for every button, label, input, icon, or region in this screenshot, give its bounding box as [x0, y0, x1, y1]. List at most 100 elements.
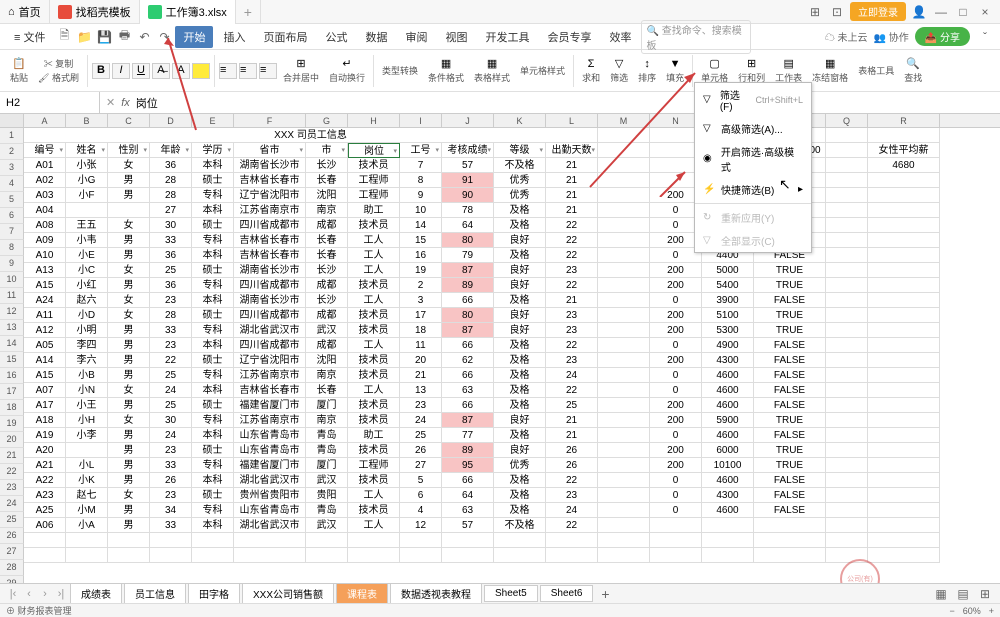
qat-print[interactable]: 🖶 [115, 28, 133, 46]
data-cell[interactable]: A20 [24, 443, 66, 458]
row-header[interactable]: 2 [0, 144, 24, 160]
data-cell[interactable] [868, 413, 940, 428]
data-cell[interactable]: 及格 [494, 293, 546, 308]
data-cell[interactable]: 90 [442, 188, 494, 203]
close-button[interactable]: × [976, 3, 994, 21]
data-cell[interactable]: 23 [400, 398, 442, 413]
data-cell[interactable]: 青岛 [306, 503, 348, 518]
row-header[interactable]: 9 [0, 256, 24, 272]
data-cell[interactable] [826, 158, 868, 173]
data-cell[interactable]: 助工 [348, 428, 400, 443]
data-cell[interactable]: 湖南省长沙市 [234, 263, 306, 278]
data-cell[interactable]: 23 [150, 443, 192, 458]
data-cell[interactable]: 33 [150, 518, 192, 533]
row-header[interactable]: 11 [0, 288, 24, 304]
data-cell[interactable]: 28 [150, 308, 192, 323]
data-cell[interactable] [598, 233, 650, 248]
data-cell[interactable]: TRUE [754, 263, 826, 278]
data-cell[interactable]: 25 [546, 398, 598, 413]
data-cell[interactable]: FALSE [754, 338, 826, 353]
sheet-tab-8[interactable]: Sheet6 [540, 585, 594, 602]
data-cell[interactable]: 57 [442, 518, 494, 533]
data-cell[interactable]: 91 [442, 173, 494, 188]
row-header[interactable]: 1 [0, 128, 24, 144]
data-cell[interactable] [598, 473, 650, 488]
sheet-tab-7[interactable]: Sheet5 [484, 585, 538, 602]
filter-item-quick[interactable]: ⚡快捷筛选(B)▸ [695, 178, 811, 201]
data-cell[interactable]: 成都 [306, 278, 348, 293]
data-cell[interactable]: 长沙 [306, 158, 348, 173]
data-cell[interactable]: 64 [442, 218, 494, 233]
data-cell[interactable]: 厦门 [306, 398, 348, 413]
data-cell[interactable] [826, 308, 868, 323]
tool-cond[interactable]: ▦条件格式 [424, 57, 468, 84]
collapse-ribbon[interactable]: ˇ [976, 28, 994, 46]
data-cell[interactable]: A23 [24, 488, 66, 503]
data-cell[interactable] [868, 323, 940, 338]
row-header[interactable]: 6 [0, 208, 24, 224]
data-cell[interactable]: 200 [650, 353, 702, 368]
data-cell[interactable]: FALSE [754, 473, 826, 488]
data-cell[interactable] [826, 263, 868, 278]
row-header[interactable]: 13 [0, 320, 24, 336]
row-header[interactable]: 4 [0, 176, 24, 192]
data-cell[interactable]: 5900 [702, 413, 754, 428]
data-cell[interactable]: A19 [24, 428, 66, 443]
header-cell[interactable]: 年龄 [150, 143, 192, 158]
data-cell[interactable] [826, 413, 868, 428]
data-cell[interactable]: 福建省厦门市 [234, 398, 306, 413]
filter-item-advanced[interactable]: ▽高级筛选(A)... [695, 117, 811, 140]
data-cell[interactable]: 14 [400, 218, 442, 233]
data-cell[interactable]: 小H [66, 413, 108, 428]
data-cell[interactable]: 小F [66, 188, 108, 203]
tab-file[interactable]: 工作簿3.xlsx [140, 0, 236, 24]
data-cell[interactable] [598, 248, 650, 263]
data-cell[interactable]: 25 [150, 398, 192, 413]
data-cell[interactable]: 四川省成都市 [234, 278, 306, 293]
data-cell[interactable]: 女 [108, 158, 150, 173]
data-cell[interactable]: TRUE [754, 413, 826, 428]
row-header[interactable]: 24 [0, 496, 24, 512]
data-cell[interactable]: 13 [400, 383, 442, 398]
data-cell[interactable]: A03 [24, 188, 66, 203]
data-cell[interactable]: 24 [150, 428, 192, 443]
row-header[interactable]: 23 [0, 480, 24, 496]
data-cell[interactable] [826, 428, 868, 443]
tool-merge[interactable]: ⊞合并居中 [279, 57, 323, 84]
data-cell[interactable]: 24 [546, 368, 598, 383]
data-cell[interactable]: 湖北省武汉市 [234, 473, 306, 488]
menu-formula[interactable]: 公式 [317, 26, 355, 48]
data-cell[interactable]: 男 [108, 428, 150, 443]
data-cell[interactable] [826, 293, 868, 308]
data-cell[interactable]: 及格 [494, 503, 546, 518]
tool-freeze[interactable]: ▦冻结窗格 [808, 57, 852, 84]
data-cell[interactable] [826, 278, 868, 293]
data-cell[interactable]: A10 [24, 248, 66, 263]
data-cell[interactable]: 良好 [494, 278, 546, 293]
data-cell[interactable] [826, 338, 868, 353]
data-cell[interactable] [598, 203, 650, 218]
col-header-G[interactable]: G [306, 114, 348, 127]
data-cell[interactable] [598, 518, 650, 533]
sheet-tab-3[interactable]: 田字格 [188, 583, 240, 604]
fx-cancel[interactable]: ✕ [106, 96, 115, 109]
menu-dev[interactable]: 开发工具 [477, 26, 537, 48]
data-cell[interactable] [826, 173, 868, 188]
data-cell[interactable] [868, 353, 940, 368]
row-header[interactable]: 20 [0, 432, 24, 448]
data-cell[interactable]: 女 [108, 293, 150, 308]
data-cell[interactable]: 硕士 [192, 353, 234, 368]
data-cell[interactable]: 硕士 [192, 308, 234, 323]
align-left[interactable]: ≡ [219, 63, 237, 79]
data-cell[interactable]: A12 [24, 323, 66, 338]
data-cell[interactable]: FALSE [754, 398, 826, 413]
data-cell[interactable]: 0 [650, 503, 702, 518]
data-cell[interactable]: 厦门 [306, 458, 348, 473]
data-cell[interactable]: FALSE [754, 503, 826, 518]
apps-icon[interactable]: ⊡ [828, 3, 846, 21]
tool-fill[interactable]: ▼填充 [662, 58, 688, 84]
data-cell[interactable]: 江苏省南京市 [234, 203, 306, 218]
data-cell[interactable]: A14 [24, 353, 66, 368]
data-cell[interactable]: 66 [442, 398, 494, 413]
data-cell[interactable]: 5300 [702, 323, 754, 338]
